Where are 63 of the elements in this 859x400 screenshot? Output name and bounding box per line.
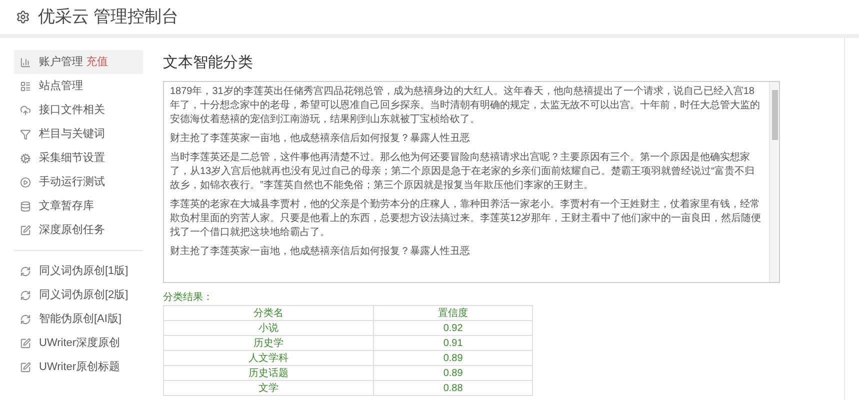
table-cell: 0.92 <box>374 320 532 336</box>
sidebar-label: 同义词伪原创[1版] <box>39 264 128 279</box>
column-header: 置信度 <box>374 306 532 320</box>
sidebar-label: UWriter原创标题 <box>39 360 120 375</box>
sidebar-item[interactable]: 同义词伪原创[1版] <box>14 259 143 283</box>
sidebar-item[interactable]: 深度原创任务 <box>14 218 143 242</box>
table-cell: 0.91 <box>374 336 532 350</box>
table-cell: 0.89 <box>374 350 532 366</box>
sidebar-label: 站点管理 <box>39 78 83 94</box>
sidebar-item[interactable]: 接口文件相关 <box>14 98 143 122</box>
sidebar-label: 栏目与关键词 <box>39 126 105 142</box>
table-cell: 小说 <box>164 320 374 336</box>
sidebar-label: 手动运行测试 <box>39 174 105 190</box>
sidebar-label: 同义词伪原创[2版] <box>39 288 128 303</box>
filter-icon <box>20 128 31 140</box>
edit-icon <box>20 362 31 372</box>
table-cell: 0.88 <box>374 380 532 396</box>
table-cell: 人文学科 <box>164 350 374 366</box>
refresh-icon <box>20 290 31 300</box>
bar-chart-icon <box>20 56 31 68</box>
text-paragraph: 财主抢了李莲英家一亩地，他成慈禧亲信后如何报复？暴露人性丑恶 <box>170 245 471 259</box>
sidebar-label: 智能伪原创[AI版] <box>39 312 122 327</box>
text-paragraph: 当时李莲英还是二总管，这件事他再清楚不过。那么他为何还要冒险向慈禧请求出宫呢？主要原因有三个。第一个原因是他确实想家了，从13岁入宫后他就再也没有见过自己的母亲；第二个原因是急于在老家的乡亲们面前炫耀自己。楚霸王项羽就曾经说过“富贵不归故乡，如锦衣夜行。”李莲英自然也不能免俗；第三个原因就是报复当年欺压他们李家的王财主。 <box>170 151 756 193</box>
text-paragraph: 1879年，31岁的李莲英出任储秀宫四品花翎总管，成为慈禧身边的大红人。这年春天，他向慈禧提出了一个请求，说自己已经入宫18年了，十分想念家中的老母，希望可以恩准自己回乡探亲。当时清朝有明确的规定，太监无故不可以出宫。十年前，时任大总管大监的安德海仗着慈禧的宠信到江南游玩，结果刚到山东就被丁宝桢给砍了。 <box>170 85 761 127</box>
sidebar-item[interactable]: 手动运行测试 <box>14 170 143 194</box>
settings-icon <box>16 10 30 24</box>
table-cell: 文学 <box>164 380 374 396</box>
sidebar-label: UWriter深度原创 <box>39 336 120 351</box>
database-icon <box>20 200 31 212</box>
sidebar-label: 账户管理 <box>39 54 83 70</box>
text-paragraph: 李莲英的老家在大城县李贾村，他的父亲是个勤劳本分的庄稼人，靠种田养活一家老小。李贾村有一个王姓财主，仗着家里有钱，经常欺负村里面的穷苦人家。只要是他看上的东西，总要想方设法搞过来。李莲英12岁那年，王财主看中了他们家中的一亩良田，然后随便找了一个借口就把这块地给霸占了。 <box>170 198 762 240</box>
sidebar-item[interactable]: 站点管理 <box>14 74 143 98</box>
text-area[interactable] <box>163 81 780 283</box>
scrollbar[interactable] <box>769 82 779 282</box>
sidebar-item[interactable]: 文章暂存库 <box>14 194 143 218</box>
recharge-label: 充值 <box>86 54 108 70</box>
sidebar-item[interactable]: 同义词伪原创[2版] <box>14 283 143 307</box>
table-cell: 历史学 <box>164 336 374 350</box>
sidebar-item[interactable]: 栏目与关键词 <box>14 122 143 146</box>
cloud-upload-icon <box>20 104 31 116</box>
table-cell: 0.89 <box>374 366 532 380</box>
sidebar-item[interactable]: 采集细节设置 <box>14 146 143 170</box>
refresh-icon <box>20 266 31 276</box>
sidebar-label: 文章暂存库 <box>39 198 94 214</box>
refresh-icon <box>20 314 31 324</box>
sidebar-item[interactable]: 智能伪原创[AI版] <box>14 307 143 331</box>
result-label: 分类结果： <box>163 291 214 305</box>
sidebar-label: 接口文件相关 <box>39 102 105 118</box>
sidebar-item[interactable]: UWriter深度原创 <box>14 331 143 355</box>
text-paragraph: 财主抢了李莲英家一亩地，他成慈禧亲信后如何报复？暴露人性丑恶 <box>170 132 471 146</box>
sidebar-item[interactable]: 账户管理 充值 <box>14 50 143 74</box>
app-title: 优采云 管理控制台 <box>38 6 179 28</box>
edit-icon <box>20 338 31 348</box>
play-icon <box>20 176 31 188</box>
sidebar-label: 深度原创任务 <box>39 222 105 238</box>
column-header: 分类名 <box>164 306 374 320</box>
page-title: 文本智能分类 <box>163 53 254 73</box>
list-icon <box>20 80 31 92</box>
sidebar-item[interactable]: UWriter原创标题 <box>14 355 143 379</box>
cog-icon <box>20 152 31 164</box>
table-cell: 历史话题 <box>164 366 374 380</box>
edit-icon <box>20 224 31 236</box>
sidebar-label: 采集细节设置 <box>39 150 105 166</box>
